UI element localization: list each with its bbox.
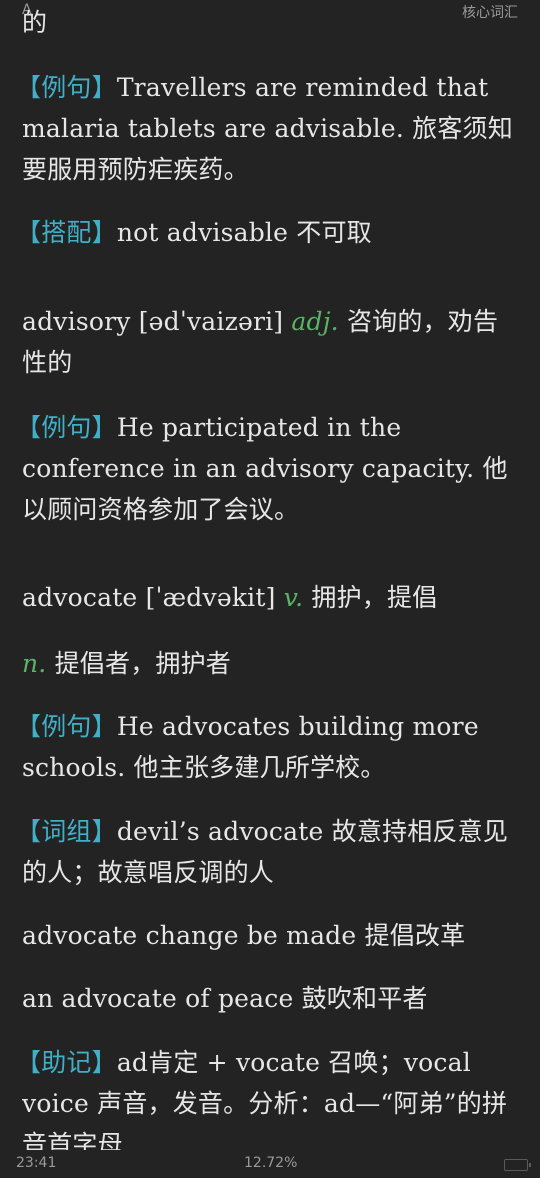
mnemonic-tag: 【助记】 <box>22 1048 117 1077</box>
example-tag: 【例句】 <box>22 413 117 442</box>
text-line: 的 <box>22 2 522 43</box>
word-meaning: 提倡者，拥护者 <box>54 649 232 678</box>
reading-progress: 12.72% <box>244 1155 298 1171</box>
reading-content[interactable]: 的 【例句】Travellers are reminded that malar… <box>22 0 522 1150</box>
clock: 23:41 <box>16 1155 57 1171</box>
collocation-tag: 【搭配】 <box>22 218 117 247</box>
collocation-text: not advisable 不可取 <box>116 218 372 247</box>
word-entry-advocate: advocate [ˈædvəkit] v. 拥护，提倡 <box>22 577 522 618</box>
mnemonic-block: 【助记】ad肯定 + vocate 召唤；vocal voice 声音，发音。分… <box>22 1042 522 1150</box>
part-of-speech: adj. <box>291 307 339 336</box>
word-meaning: 拥护，提倡 <box>311 583 438 612</box>
part-of-speech: n. <box>22 649 47 678</box>
example-block: 【例句】He advocates building more schools. … <box>22 706 522 788</box>
example-block: 【例句】He participated in the conference in… <box>22 407 522 530</box>
headword: advocate [ˈædvəkit] <box>22 583 276 612</box>
headword: advisory [ədˈvaizəri] <box>22 307 284 336</box>
phrase-line: an advocate of peace 鼓吹和平者 <box>22 978 522 1019</box>
word-sense-noun: n. 提倡者，拥护者 <box>22 643 522 684</box>
phrase-text: advocate change be made 提倡改革 <box>22 921 466 950</box>
phrase-tag: 【词组】 <box>22 817 117 846</box>
phrase-block: 【词组】devil’s advocate 故意持相反意见的人；故意唱反调的人 <box>22 811 522 893</box>
reader-footer: 23:41 12.72% <box>0 1150 540 1178</box>
collocation-block: 【搭配】not advisable 不可取 <box>22 212 522 253</box>
example-tag: 【例句】 <box>22 73 117 102</box>
word-entry-advisory: advisory [ədˈvaizəri] adj. 咨询的，劝告性的 <box>22 301 522 383</box>
phrase-line: advocate change be made 提倡改革 <box>22 915 522 956</box>
battery-icon <box>504 1159 531 1171</box>
phrase-text: an advocate of peace 鼓吹和平者 <box>22 984 428 1013</box>
part-of-speech: v. <box>283 583 304 612</box>
example-block: 【例句】Travellers are reminded that malaria… <box>22 67 522 190</box>
example-tag: 【例句】 <box>22 712 117 741</box>
text-line-content: 的 <box>22 8 48 37</box>
